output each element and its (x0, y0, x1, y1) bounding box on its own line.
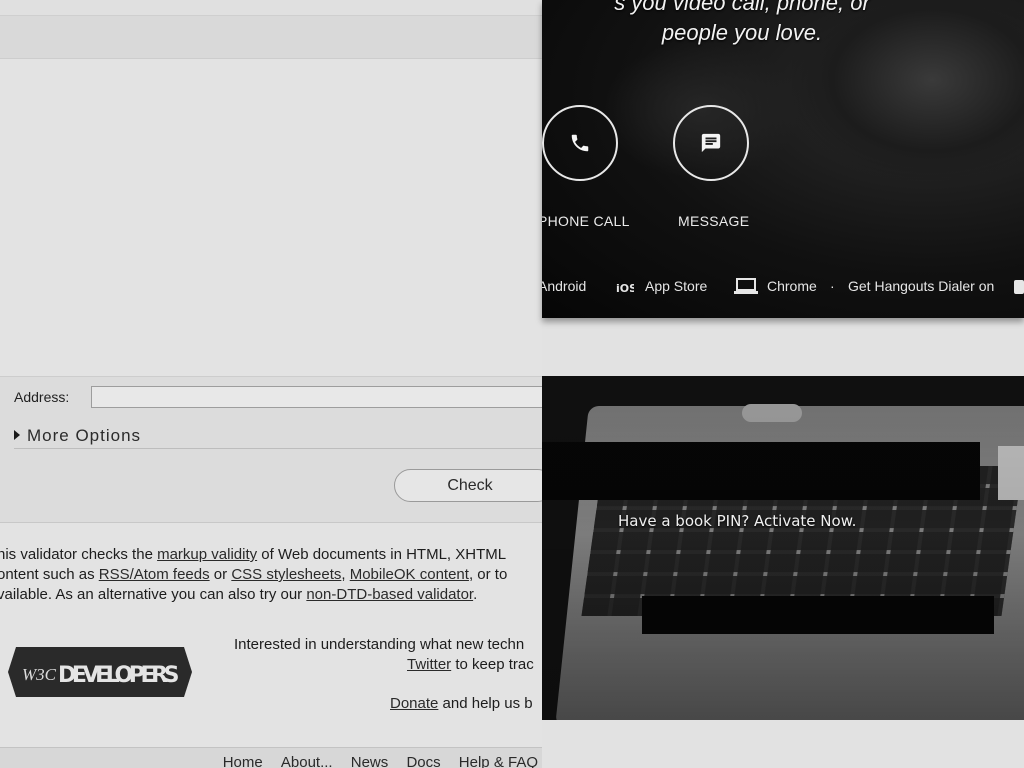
intro-line-2: ontent such as RSS/Atom feeds or CSS sty… (0, 565, 542, 585)
expand-triangle-icon (14, 430, 20, 440)
intro-paragraph: his validator checks the markup validity… (0, 545, 542, 605)
more-options-toggle[interactable]: More Options (14, 426, 542, 449)
intro-text: his validator checks the (0, 546, 158, 563)
more-options-label: More Options (27, 426, 142, 445)
intro-text: . (473, 586, 478, 603)
phone-call-label: PHONE CALL (542, 213, 630, 229)
intro-text: of Web documents in HTML, XHTML (257, 546, 507, 563)
twitter-link[interactable]: Twitter (407, 656, 451, 673)
hero-line-2: people you love. (661, 20, 823, 45)
message-button[interactable] (673, 105, 749, 181)
mobileok-link[interactable]: MobileOK content (350, 566, 469, 583)
intro-line-3: vailable. As an alternative you can also… (0, 585, 542, 605)
w3c-badge-text: W3C (22, 665, 57, 684)
message-label: MESSAGE (678, 213, 750, 229)
markup-validity-link[interactable]: markup validity (157, 546, 257, 563)
hero-line-1: s you video call, phone, or (614, 0, 870, 15)
intro-text: vailable. As an alternative you can also… (0, 586, 307, 603)
validator-window: Address: More Options Check his validato… (0, 0, 542, 768)
intro-text: or (209, 566, 232, 583)
css-stylesheets-link[interactable]: CSS stylesheets (231, 566, 341, 583)
developers-logo-text: DEVELOPERS (58, 663, 180, 688)
phone-icon (571, 134, 589, 152)
activate-book-pin-link[interactable]: Have a book PIN? Activate Now. (618, 512, 856, 530)
app-store-link[interactable]: App Store (645, 278, 707, 294)
w3c-developers-logo[interactable]: W3C DEVELOPERS (8, 647, 192, 697)
tabs-bar (0, 16, 542, 59)
interest-text: Interested in understanding what new tec… (234, 635, 542, 675)
laptop-icon (734, 277, 758, 295)
book-pin-banner[interactable]: Have a book PIN? Activate Now. (542, 376, 1024, 720)
footer-link-news[interactable]: News (351, 754, 389, 768)
rss-atom-link[interactable]: RSS/Atom feeds (99, 566, 210, 583)
check-button-label: Check (447, 476, 493, 494)
intro-text: , or to (468, 566, 508, 583)
dot-separator: · (830, 278, 835, 294)
interest-line-2: Twitter to keep trac (234, 655, 542, 675)
check-button[interactable]: Check (394, 469, 542, 502)
footer-nav: Home About... News Docs Help & FAQ (0, 747, 542, 768)
footer-links: Home About... News Docs Help & FAQ (209, 754, 538, 768)
donate-line: Donate and help us b (390, 695, 533, 712)
footer-link-about[interactable]: About... (281, 754, 333, 768)
footer-link-docs[interactable]: Docs (406, 754, 440, 768)
svg-text:iOS: iOS (616, 282, 634, 294)
donate-text: and help us b (438, 695, 533, 712)
non-dtd-validator-link[interactable]: non-DTD-based validator (306, 586, 473, 603)
donate-link[interactable]: Donate (390, 695, 438, 712)
get-dialer-text: Get Hangouts Dialer on (848, 278, 995, 294)
photo-overlay (542, 376, 1024, 720)
intro-line-1: his validator checks the markup validity… (0, 545, 542, 565)
android-link[interactable]: Android (542, 278, 586, 294)
message-icon (701, 133, 721, 153)
phone-call-button[interactable] (542, 105, 618, 181)
hangouts-panel: s you video call, phone, or people you l… (542, 0, 1024, 318)
interest-text-suffix: to keep trac (451, 656, 534, 673)
ios-icon: iOS (616, 278, 637, 295)
android-icon (1012, 276, 1024, 298)
interest-line-1: Interested in understanding what new tec… (234, 636, 525, 653)
address-label: Address: (14, 389, 70, 405)
footer-link-home[interactable]: Home (223, 754, 263, 768)
hero-headline: s you video call, phone, or people you l… (542, 0, 952, 48)
footer-link-help[interactable]: Help & FAQ (459, 754, 538, 768)
top-strip (0, 0, 542, 16)
chrome-link[interactable]: Chrome (767, 278, 817, 294)
address-input[interactable] (91, 386, 542, 408)
intro-text: , (341, 566, 350, 583)
intro-text: ontent such as (0, 566, 99, 583)
